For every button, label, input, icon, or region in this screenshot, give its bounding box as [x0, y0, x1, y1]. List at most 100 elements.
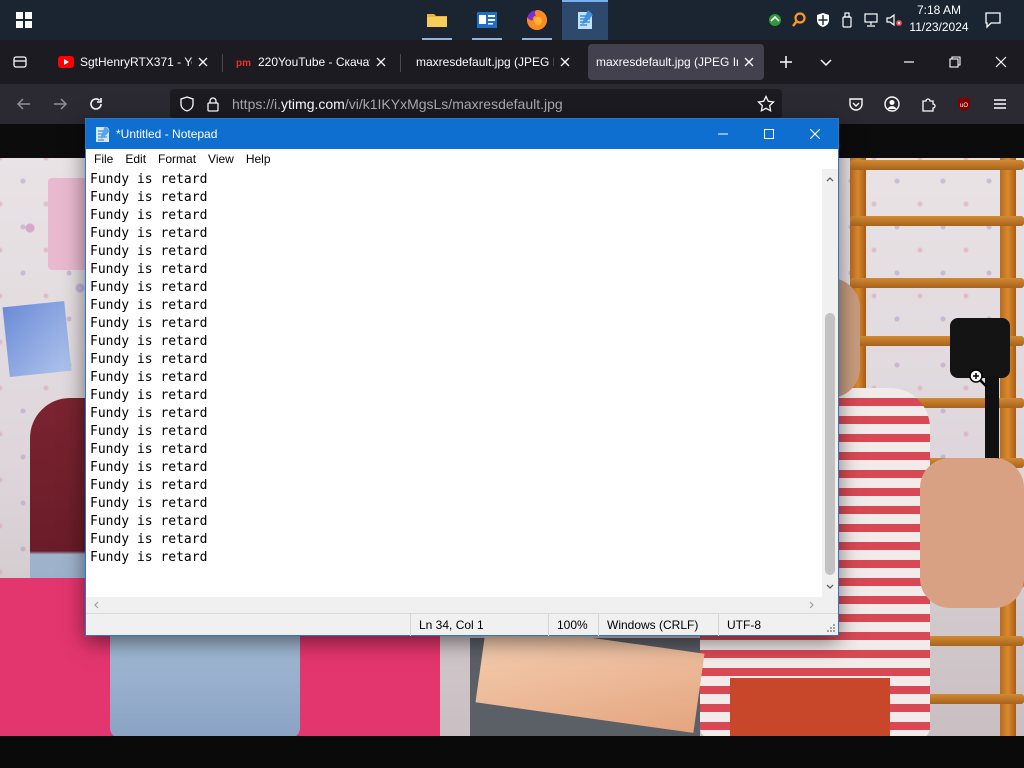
vertical-scrollbar[interactable] — [822, 169, 838, 597]
text-line: Fundy is retard — [90, 280, 208, 295]
browser-tab-1[interactable]: SgtHenryRTX371 - YouTube — [50, 44, 218, 80]
minimize-icon — [718, 133, 728, 135]
menu-format[interactable]: Format — [152, 149, 202, 169]
tray-usb[interactable] — [836, 0, 858, 40]
close-browser-button[interactable] — [987, 48, 1015, 76]
forward-button[interactable] — [46, 90, 74, 118]
youtube-icon — [58, 54, 74, 70]
scroll-left-icon[interactable] — [88, 597, 104, 613]
account-icon — [884, 96, 900, 112]
taskbar-news-app[interactable] — [464, 0, 510, 40]
notepad-maximize-button[interactable] — [746, 119, 792, 149]
text-line: Fundy is retard — [90, 226, 208, 241]
firefox-icon — [527, 10, 547, 30]
ublock-shield-icon: uO — [958, 97, 970, 111]
text-line: Fundy is retard — [90, 352, 208, 367]
address-bar[interactable]: https://i.ytimg.com/vi/k1IKYxMgsLs/maxre… — [170, 89, 782, 119]
svg-text:uO: uO — [960, 103, 968, 109]
restore-browser-button[interactable] — [941, 48, 969, 76]
pm-icon: pm — [236, 54, 252, 70]
chevron-down-icon — [820, 59, 832, 67]
taskbar-notepad[interactable] — [562, 0, 608, 40]
volume-muted-icon — [886, 13, 902, 27]
firefox-view-button[interactable] — [8, 50, 32, 74]
tab-title: maxresdefault.jpg (JPEG Image — [416, 55, 554, 69]
minimize-browser-button[interactable] — [895, 48, 923, 76]
taskbar-clock[interactable]: 7:18 AM 11/23/2024 — [905, 2, 973, 38]
text-line: Fundy is retard — [90, 298, 208, 313]
tray-search-tool[interactable] — [788, 0, 810, 40]
usb-device-icon — [842, 12, 852, 28]
svg-text:pm: pm — [236, 58, 251, 68]
tracking-protection-shield-icon[interactable] — [178, 95, 196, 113]
plus-icon — [780, 56, 792, 68]
browser-tab-3[interactable]: maxresdefault.jpg (JPEG Image — [408, 44, 580, 80]
status-cursor-position: Ln 34, Col 1 — [410, 614, 548, 636]
close-tab-icon[interactable] — [374, 55, 388, 69]
text-line: Fundy is retard — [90, 514, 208, 529]
network-arrows-icon — [769, 14, 781, 26]
reload-button[interactable] — [82, 90, 110, 118]
scroll-right-icon[interactable] — [804, 597, 820, 613]
lock-icon[interactable] — [204, 95, 222, 113]
tray-network-share[interactable] — [764, 0, 786, 40]
taskbar-firefox[interactable] — [514, 0, 560, 40]
account-button[interactable] — [878, 90, 906, 118]
tab-title: SgtHenryRTX371 - YouTube — [80, 55, 192, 69]
app-menu-button[interactable] — [986, 90, 1014, 118]
pocket-icon — [849, 98, 863, 111]
menu-edit[interactable]: Edit — [119, 149, 152, 169]
pocket-button[interactable] — [842, 90, 870, 118]
close-tab-icon[interactable] — [196, 55, 210, 69]
list-all-tabs-button[interactable] — [812, 48, 840, 76]
tray-security[interactable] — [812, 0, 834, 40]
url-domain: ytimg.com — [281, 96, 345, 112]
ublock-origin-button[interactable]: uO — [950, 90, 978, 118]
vertical-scroll-thumb[interactable] — [825, 313, 835, 575]
close-tab-icon[interactable] — [558, 55, 572, 69]
text-line: Fundy is retard — [90, 496, 208, 511]
resize-grip-icon[interactable] — [826, 623, 836, 633]
notepad-minimize-button[interactable] — [700, 119, 746, 149]
tray-network[interactable] — [860, 0, 882, 40]
extensions-button[interactable] — [914, 90, 942, 118]
back-button[interactable] — [10, 90, 38, 118]
tab-title: maxresdefault.jpg (JPEG Image — [596, 55, 738, 69]
scroll-up-icon[interactable] — [822, 171, 838, 187]
text-line: Fundy is retard — [90, 460, 208, 475]
notepad-close-button[interactable] — [792, 119, 838, 149]
scroll-down-icon[interactable] — [822, 579, 838, 595]
notepad-text-area[interactable]: Fundy is retard Fundy is retard Fundy is… — [86, 169, 822, 597]
restore-icon — [949, 56, 961, 68]
notepad-title-bar[interactable]: *Untitled - Notepad — [86, 119, 838, 149]
browser-tab-4-active[interactable]: maxresdefault.jpg (JPEG Image — [588, 44, 764, 80]
close-icon — [995, 56, 1007, 68]
menu-file[interactable]: File — [88, 149, 119, 169]
close-tab-icon[interactable] — [742, 55, 756, 69]
horizontal-scrollbar[interactable] — [86, 597, 822, 613]
new-tab-button[interactable] — [772, 48, 800, 76]
menu-view[interactable]: View — [202, 149, 240, 169]
tab-overview-icon — [13, 56, 27, 68]
text-line: Fundy is retard — [90, 388, 208, 403]
notification-center-button[interactable] — [978, 0, 1008, 40]
scrollbar-corner — [822, 597, 838, 613]
tray-volume-muted[interactable] — [883, 0, 905, 40]
clock-time: 7:18 AM — [916, 3, 962, 17]
start-button[interactable] — [0, 0, 48, 40]
notepad-icon — [578, 10, 593, 29]
browser-tab-2[interactable]: pm 220YouTube - Скачать — [228, 44, 396, 80]
browser-tab-bar: SgtHenryRTX371 - YouTube pm 220YouTube -… — [0, 40, 1024, 84]
url-text[interactable]: https://i.ytimg.com/vi/k1IKYxMgsLs/maxre… — [232, 96, 563, 112]
text-line: Fundy is retard — [90, 406, 208, 421]
text-line: Fundy is retard — [90, 442, 208, 457]
desktop: 7:18 AM 11/23/2024 SgtHenryRTX371 - YouT… — [0, 0, 1024, 768]
notepad-menu-bar: File Edit Format View Help — [86, 149, 838, 169]
bookmark-star-icon[interactable] — [756, 94, 776, 114]
text-line: Fundy is retard — [90, 550, 208, 565]
taskbar-file-explorer[interactable] — [414, 0, 460, 40]
menu-help[interactable]: Help — [240, 149, 277, 169]
status-line-ending: Windows (CRLF) — [598, 614, 718, 636]
hamburger-menu-icon — [994, 99, 1006, 109]
taskbar: 7:18 AM 11/23/2024 — [0, 0, 1024, 40]
